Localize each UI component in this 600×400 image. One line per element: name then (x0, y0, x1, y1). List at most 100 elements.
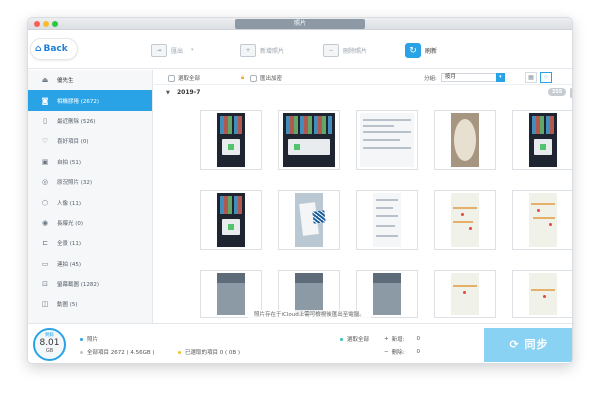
sidebar-item-burst[interactable]: ▭ 連拍 (45) (28, 254, 152, 274)
sidebar-item-label: 最近刪除 (526) (57, 118, 96, 125)
sidebar-item-label: 全景 (11) (57, 241, 82, 248)
street-photo-image (217, 273, 245, 315)
export-encrypted-label: 匯出加密 (260, 76, 283, 82)
chevron-down-icon[interactable]: ▾ (191, 47, 194, 53)
screenshot-image (373, 193, 401, 247)
export-encrypted-checkbox[interactable]: 🔒︎ 匯出加密 (241, 74, 282, 82)
export-label: 匯出 (171, 47, 184, 55)
select-all-label: 選取全部 (178, 76, 201, 82)
all-items-dot-icon (80, 350, 83, 354)
back-button[interactable]: ⌂ Back (30, 38, 78, 60)
live-photo-icon: ◎ (41, 178, 49, 187)
refresh-icon: ↻ (405, 42, 421, 58)
refresh-button[interactable]: ↻ 刷新 (405, 42, 437, 58)
checkbox-icon (168, 74, 175, 82)
sidebar-item-live-photos[interactable]: ◎ 原況照片 (32) (28, 172, 152, 192)
bottom-status-bar: 剩餘 8.01 GB 照片 全部項目 2672 ( 4.56GB ) 已選取的項… (28, 323, 572, 363)
photo-thumbnail[interactable] (356, 110, 418, 170)
add-photo-button[interactable]: + 新增照片 (240, 42, 284, 58)
photo-thumbnail[interactable] (434, 190, 496, 250)
date-group-label: 2019-7 (177, 89, 201, 96)
sidebar-item-label: 動圖 (5) (57, 302, 78, 309)
delete-photo-label: 刪除照片 (343, 47, 368, 55)
sidebar-item-selfies[interactable]: ▣ 自拍 (51) (28, 152, 152, 172)
map-screenshot-image (451, 193, 479, 247)
small-grid-icon[interactable]: ⁘ (540, 72, 552, 83)
export-button[interactable]: ⇥ 匯出 ▾ (151, 42, 194, 58)
burst-icon: ▭ (41, 259, 49, 268)
long-exposure-icon: ◉ (41, 218, 49, 227)
toolbar: ⌂ Back ⇥ 匯出 ▾ + 新增照片 − 刪除照片 ↻ 刷新 (28, 30, 572, 69)
map-screenshot-image (451, 273, 479, 315)
animated-icon: ◫ (41, 300, 49, 309)
minus-icon: − (384, 349, 389, 355)
sidebar: ⏏ 優先生 ◙ 相機膠捲 (2672) ▯ 最近刪除 (526) ♡ 喜好項目 (0) … (28, 70, 153, 323)
checkbox-icon (250, 74, 257, 82)
selected-items-summary: 已選取的項目 0 ( 0B ) (178, 348, 240, 356)
photo-thumbnail[interactable] (356, 190, 418, 250)
window-title: 照片 (235, 19, 365, 29)
sidebar-item-camera-roll[interactable]: ◙ 相機膠捲 (2672) (28, 90, 152, 111)
sidebar-item-long-exposure[interactable]: ◉ 長曝光 (0) (28, 213, 152, 233)
sidebar-item-owner[interactable]: ⏏ 優先生 (28, 70, 152, 90)
storage-gauge-unit: GB (45, 348, 54, 354)
date-group-header[interactable]: ▼ 2019-7 355 (154, 85, 572, 101)
selected-items-text: 已選取的項目 0 ( 0B ) (185, 350, 241, 356)
delete-count-label: 刪除: (391, 350, 405, 356)
sidebar-item-animated[interactable]: ◫ 動圖 (5) (28, 294, 152, 314)
group-by-control: 分組: 按月 ▾ (424, 73, 505, 82)
filter-bar: 選取全部 🔒︎ 匯出加密 分組: 按月 ▾ ▦ ⁘ (154, 70, 572, 85)
photo-thumbnail[interactable] (434, 270, 496, 318)
sidebar-item-label: 優先生 (57, 78, 74, 85)
sidebar-item-recently-deleted[interactable]: ▯ 最近刪除 (526) (28, 111, 152, 131)
all-items-summary: 全部項目 2672 ( 4.56GB ) (80, 348, 155, 356)
collapse-triangle-icon[interactable]: ▼ (166, 90, 170, 96)
photo-thumbnail[interactable] (512, 270, 572, 318)
photo-thumbnail[interactable] (278, 190, 340, 250)
add-count: + 新增: 0 (384, 335, 420, 343)
add-photo-icon: + (240, 43, 256, 57)
zoom-window-button[interactable] (52, 21, 58, 27)
add-photo-label: 新增照片 (260, 47, 285, 55)
screenshot-image (529, 113, 557, 167)
photo-thumbnail[interactable] (278, 110, 340, 170)
screenshot-image (360, 113, 414, 167)
photo-thumbnail[interactable] (200, 110, 262, 170)
sidebar-item-portrait[interactable]: ⬡ 人像 (11) (28, 192, 152, 212)
sidebar-item-panorama[interactable]: ⊏ 全景 (11) (28, 233, 152, 253)
delete-photo-button[interactable]: − 刪除照片 (323, 42, 367, 58)
close-window-button[interactable] (34, 21, 40, 27)
bottom-select-all-text: 選取全部 (347, 337, 370, 343)
add-count-label: 新增: (391, 337, 405, 343)
delete-count: − 刪除: 0 (384, 348, 420, 356)
selected-items-dot-icon (178, 350, 181, 354)
add-count-value: 0 (416, 336, 420, 342)
chevron-down-icon: ▾ (495, 73, 505, 82)
sidebar-item-label: 自拍 (51) (57, 159, 82, 166)
refresh-label: 刷新 (425, 47, 438, 55)
group-by-select[interactable]: 按月 ▾ (440, 73, 505, 82)
bottom-select-all[interactable]: 選取全部 (340, 335, 369, 343)
person-icon: ⏏ (41, 76, 49, 85)
export-icon: ⇥ (151, 43, 167, 57)
select-all-checkbox[interactable]: 選取全部 (168, 74, 200, 82)
photo-thumbnail[interactable] (200, 190, 262, 250)
sidebar-item-label: 相機膠捲 (2672) (57, 98, 100, 105)
sidebar-item-label: 原況照片 (32) (57, 180, 93, 187)
minimize-window-button[interactable] (43, 21, 49, 27)
photo-thumbnail[interactable] (512, 190, 572, 250)
lock-icon: 🔒︎ (241, 74, 245, 81)
photos-label: 照片 (80, 335, 98, 343)
scrollbar-thumb[interactable] (570, 88, 572, 98)
sync-label: 同步 (524, 338, 549, 351)
sidebar-item-label: 連拍 (45) (57, 261, 82, 268)
large-grid-icon[interactable]: ▦ (525, 72, 537, 83)
sidebar-item-label: 長曝光 (0) (57, 220, 84, 227)
sidebar-item-screenshots[interactable]: ⊡ 螢幕截圖 (1282) (28, 274, 152, 294)
sidebar-item-favorites[interactable]: ♡ 喜好項目 (0) (28, 131, 152, 151)
sync-button[interactable]: ⟳ 同步 (484, 328, 572, 362)
all-items-text: 全部項目 2672 ( 4.56GB ) (87, 350, 155, 356)
photo-thumbnail[interactable] (512, 110, 572, 170)
photo-thumbnail[interactable] (434, 110, 496, 170)
sidebar-item-label: 喜好項目 (0) (57, 139, 89, 146)
